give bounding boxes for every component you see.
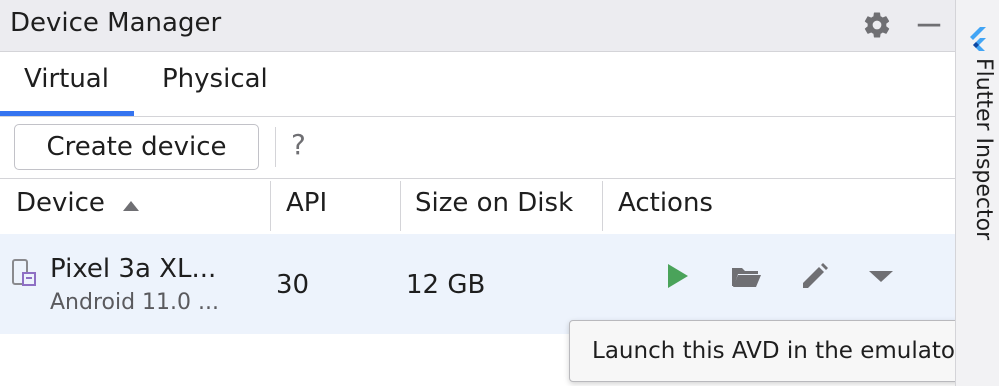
help-button[interactable]: ? [291,128,306,161]
folder-icon[interactable] [729,259,763,293]
right-tool-window-bar: Flutter Inspector [955,0,999,386]
selected-tab-indicator [0,111,134,116]
panel-title: Device Manager [10,8,222,38]
tab-physical[interactable]: Physical [162,64,268,94]
column-header-size[interactable]: Size on Disk [415,188,573,218]
flutter-icon [970,27,986,51]
tooltip: Launch this AVD in the emulator [569,320,998,382]
sort-ascending-icon [123,201,139,211]
device-name: Pixel 3a XL... [50,254,217,284]
phone-device-icon [12,259,36,286]
column-header-api[interactable]: API [286,188,327,218]
toolbar: Create device ? [0,117,955,179]
column-divider[interactable] [400,181,401,231]
chevron-down-icon[interactable] [864,259,898,293]
table-row[interactable]: Pixel 3a XL... Android 11.0 ... 30 12 GB [0,234,955,334]
tab-bar: Virtual Physical [0,52,955,117]
column-header-actions: Actions [618,188,713,218]
flutter-inspector-tab[interactable]: Flutter Inspector [966,58,996,258]
edit-icon[interactable] [797,259,831,293]
column-divider[interactable] [270,181,271,231]
device-api-level: 30 [276,270,310,300]
title-bar: Device Manager [0,0,955,52]
tab-virtual[interactable]: Virtual [24,64,109,94]
device-size-on-disk: 12 GB [406,270,486,300]
create-device-button[interactable]: Create device [14,124,259,170]
device-android-version: Android 11.0 ... [50,290,220,315]
column-header-device[interactable]: Device [16,188,105,218]
minimize-icon[interactable] [914,10,944,40]
toolbar-divider [275,127,276,167]
table-header: Device API Size on Disk Actions [0,179,955,234]
column-divider[interactable] [602,181,603,231]
play-icon[interactable] [660,259,694,293]
gear-icon[interactable] [862,10,892,40]
